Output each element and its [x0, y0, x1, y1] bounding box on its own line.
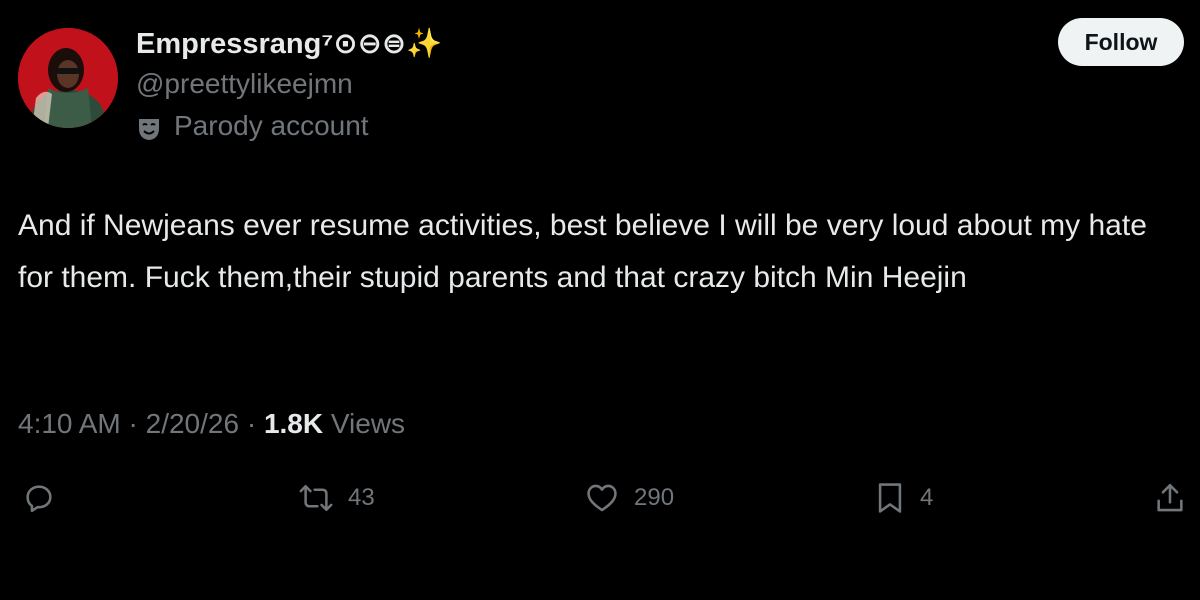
- tweet-date[interactable]: 2/20/26: [146, 408, 239, 439]
- parody-badge: Parody account: [136, 106, 369, 146]
- heart-icon: [584, 481, 620, 515]
- meta-separator: ·: [239, 408, 264, 439]
- like-button[interactable]: 290: [584, 476, 674, 520]
- bookmark-count: 4: [920, 484, 934, 511]
- user-handle[interactable]: @preettylikeejmn: [136, 64, 353, 104]
- views-label: Views: [323, 408, 406, 439]
- follow-button[interactable]: Follow: [1058, 18, 1184, 66]
- bookmark-icon: [874, 481, 906, 515]
- theater-mask-icon: [136, 113, 162, 140]
- views-count: 1.8K: [263, 408, 324, 439]
- retweet-count: 43: [348, 484, 375, 511]
- meta-separator: ·: [120, 408, 146, 439]
- retweet-icon: [298, 481, 334, 515]
- share-icon: [1154, 481, 1186, 515]
- share-button[interactable]: [1154, 476, 1186, 520]
- tweet-meta: 4:10 AM · 2/20/26 · 1.8K Views: [18, 404, 405, 444]
- retweet-button[interactable]: 43: [298, 476, 375, 520]
- reply-button[interactable]: [22, 476, 56, 520]
- tweet-text: And if Newjeans ever resume activities, …: [18, 209, 1147, 294]
- reply-icon: [22, 481, 56, 515]
- profile-avatar[interactable]: [18, 28, 118, 128]
- bookmark-button[interactable]: 4: [874, 476, 933, 520]
- display-name[interactable]: Empressrang⁷⊙⊖⊜✨: [136, 24, 442, 64]
- parody-label: Parody account: [174, 110, 369, 141]
- like-count: 290: [634, 484, 675, 511]
- tweet-time[interactable]: 4:10 AM: [18, 408, 121, 439]
